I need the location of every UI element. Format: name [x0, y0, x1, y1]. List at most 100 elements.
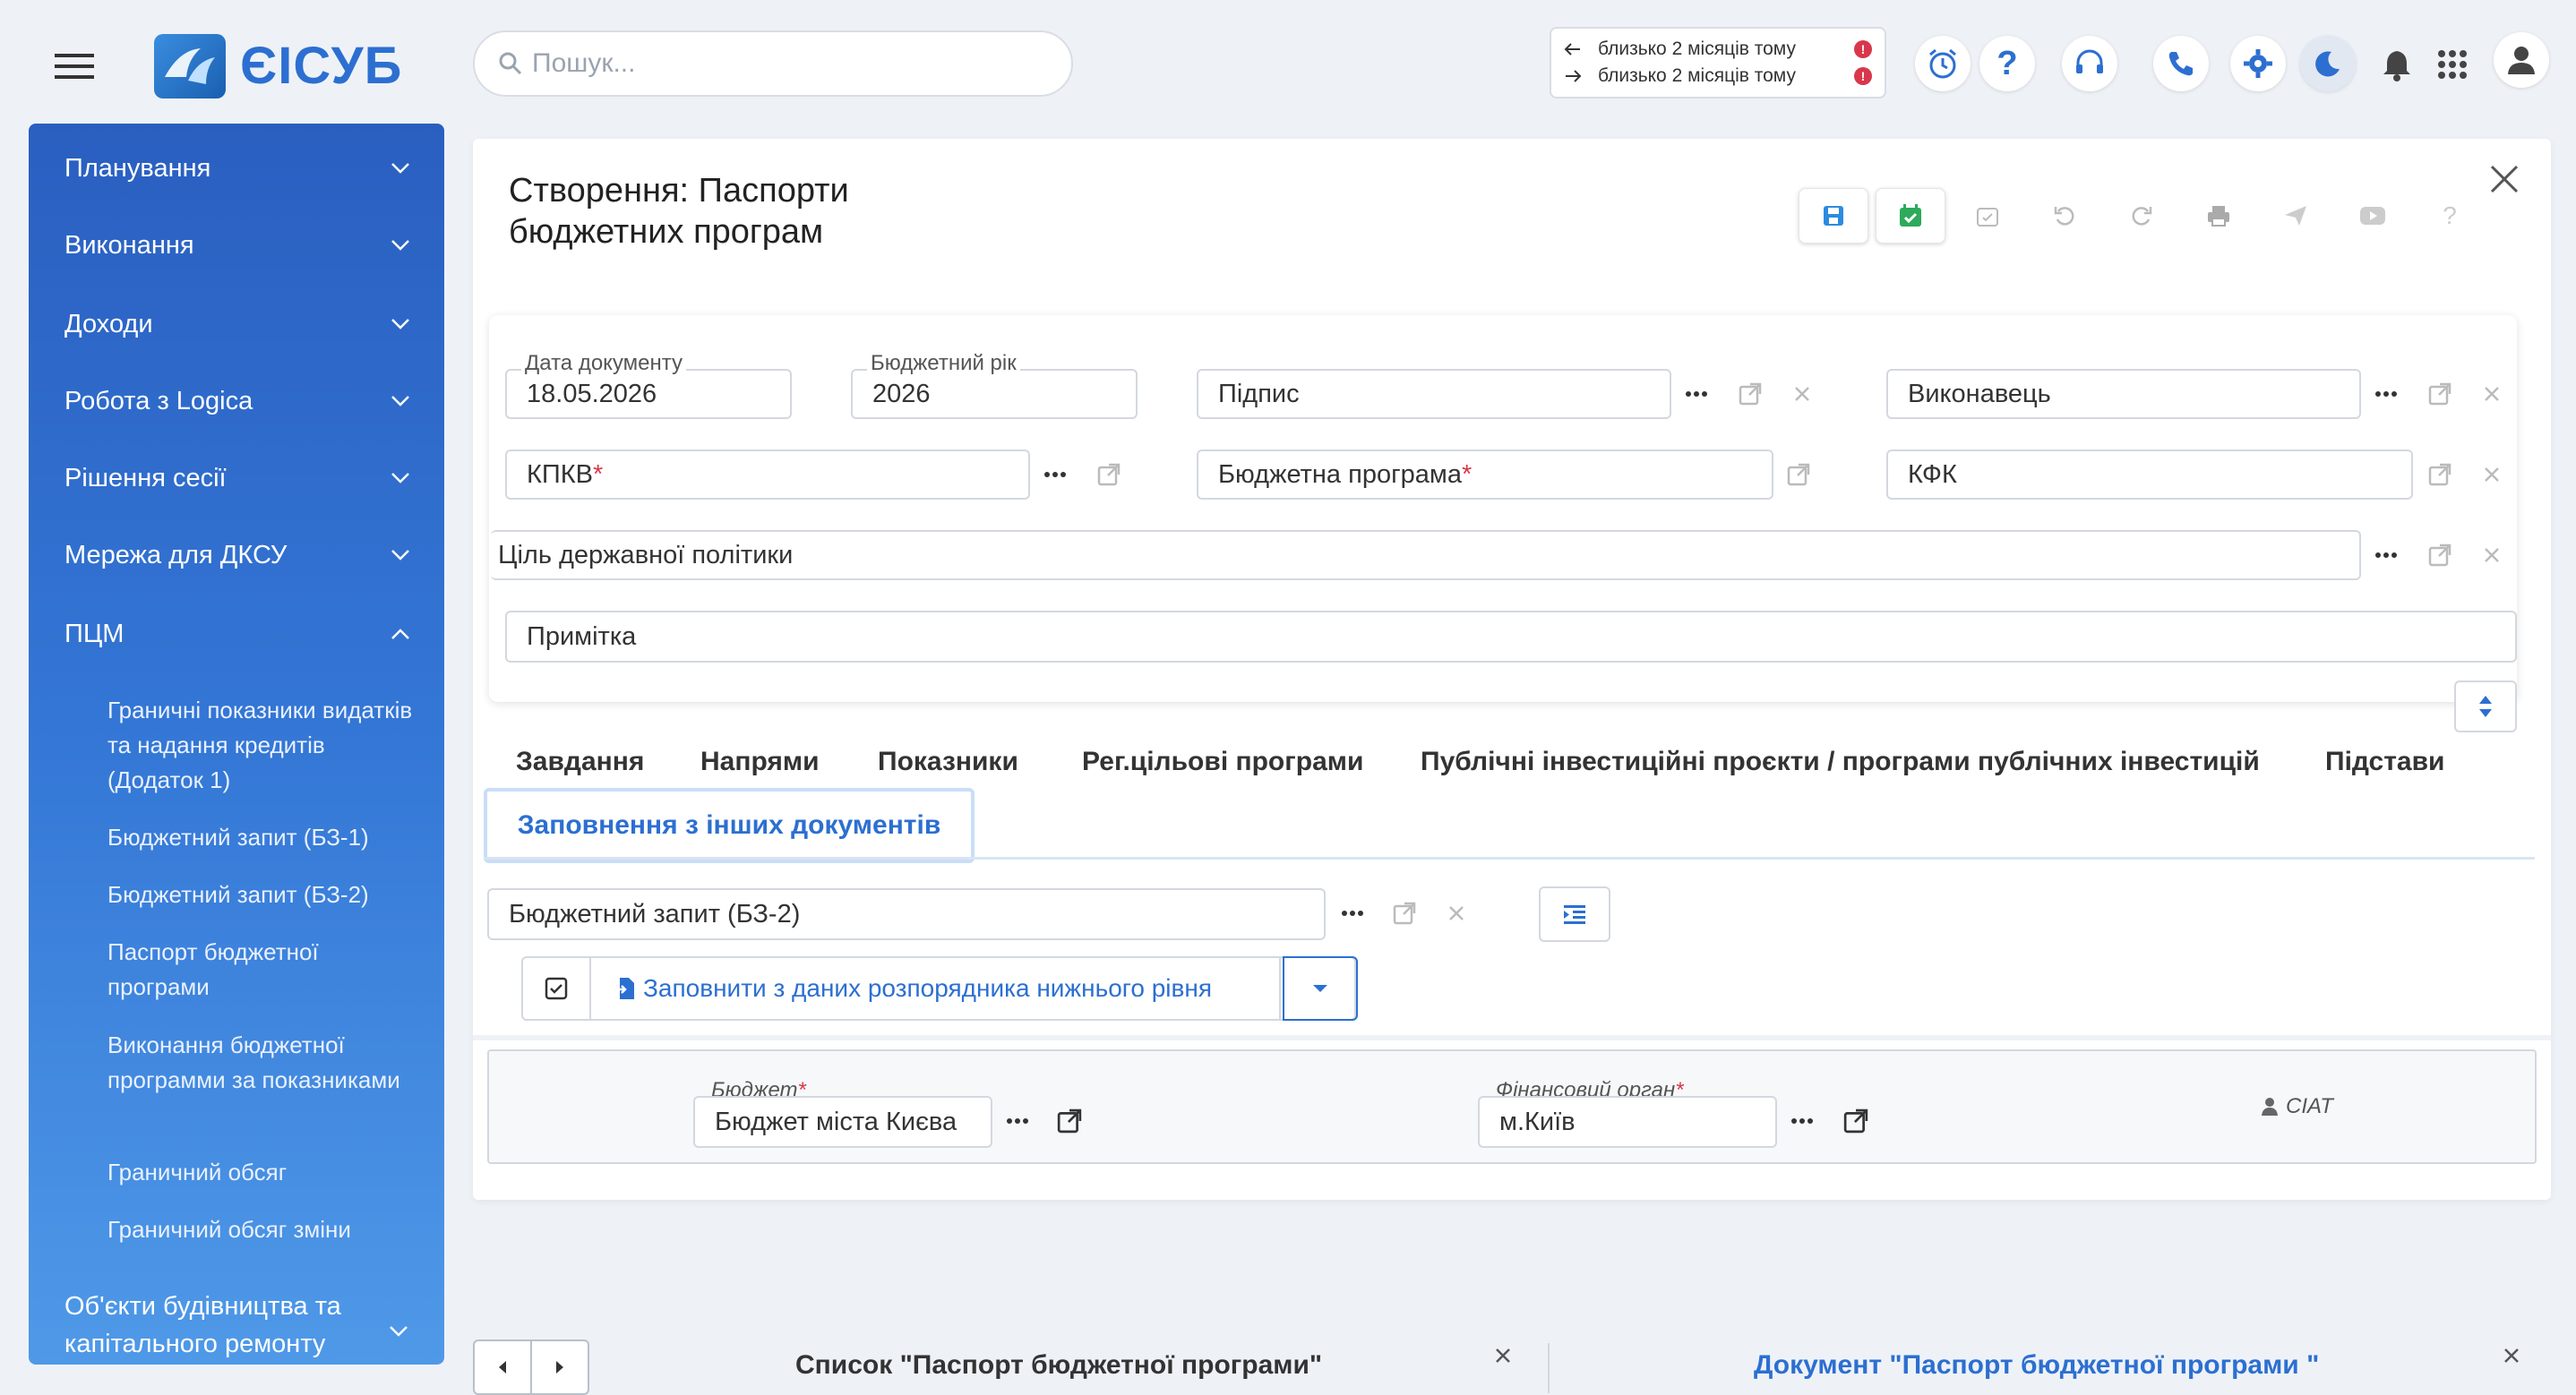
moon-icon[interactable]	[2300, 36, 2356, 91]
close-tab-icon[interactable]	[2495, 1334, 2528, 1377]
headset-icon[interactable]	[2062, 36, 2117, 91]
help-icon[interactable]: ?	[1979, 36, 2035, 91]
open-external-icon[interactable]	[2417, 371, 2463, 417]
kpkv-field[interactable]: КПКВ *	[505, 449, 1030, 500]
apps-grid-icon[interactable]	[2433, 39, 2472, 90]
more-icon[interactable]	[1329, 890, 1376, 937]
sidebar-subitem-bz2[interactable]: Бюджетний запит (БЗ-2)	[107, 877, 421, 912]
more-icon[interactable]	[1673, 371, 1720, 417]
fin-org-field[interactable]: м.Київ	[1478, 1096, 1777, 1148]
doc-date-field[interactable]: 18.05.2026	[505, 369, 792, 419]
sidebar-item-income[interactable]: Доходи	[29, 303, 444, 346]
caret-left-icon	[497, 1359, 508, 1375]
bottom-tab-document[interactable]: Документ "Паспорт бюджетної програми "	[1754, 1350, 2319, 1381]
tab-grounds[interactable]: Підстави	[2325, 747, 2445, 777]
open-external-icon[interactable]	[1833, 1098, 1879, 1144]
prev-tab-button[interactable]	[475, 1341, 530, 1393]
note-field[interactable]: Примітка	[505, 611, 2517, 663]
more-icon[interactable]	[2363, 371, 2409, 417]
clear-icon[interactable]	[2469, 371, 2515, 417]
close-tab-icon[interactable]	[1487, 1334, 1519, 1377]
clear-icon[interactable]	[1433, 890, 1480, 937]
sidebar-item-pcm[interactable]: ПЦМ	[29, 612, 444, 655]
kfk-field[interactable]: КФК	[1886, 449, 2413, 500]
next-tab-button[interactable]	[530, 1341, 588, 1393]
undo-icon	[2053, 204, 2076, 227]
sidebar-item-planning[interactable]: Планування	[29, 147, 444, 190]
warning-badge: !	[1854, 40, 1872, 58]
clear-icon[interactable]	[2469, 451, 2515, 498]
undo-button[interactable]	[2030, 188, 2099, 244]
collapse-toggle-button[interactable]	[2454, 680, 2517, 732]
chevron-down-icon	[391, 162, 410, 175]
user-icon[interactable]	[2494, 32, 2549, 88]
policy-goal-field[interactable]: Ціль державної політики	[491, 530, 2361, 580]
settings-icon[interactable]	[2230, 36, 2286, 91]
open-external-icon[interactable]	[1086, 451, 1132, 498]
open-external-icon[interactable]	[1046, 1098, 1093, 1144]
sidebar-item-dksu[interactable]: Мережа для ДКСУ	[29, 534, 444, 577]
sidebar-subitem-limit-volume[interactable]: Граничний обсяг	[107, 1155, 421, 1190]
budget-program-field[interactable]: Бюджетна програма *	[1197, 449, 1773, 500]
required-marker: *	[1461, 459, 1473, 489]
search-input[interactable]: Пошук...	[473, 30, 1073, 97]
fill-dropdown-button[interactable]	[1283, 956, 1358, 1021]
sidebar-subitem-limits[interactable]: Граничні показники видатків та надання к…	[107, 693, 421, 798]
sidebar-item-execution[interactable]: Виконання	[29, 224, 444, 267]
open-external-icon[interactable]	[2417, 451, 2463, 498]
executor-field[interactable]: Виконавець	[1886, 369, 2361, 419]
indent-button[interactable]	[1539, 886, 1610, 942]
budget-field[interactable]: Бюджет міста Києва	[693, 1096, 992, 1148]
fill-from-lower-level-button[interactable]: Заповнити з даних розпорядника нижнього …	[593, 958, 1281, 1019]
select-checkbox[interactable]	[523, 958, 591, 1019]
bottom-tab-list[interactable]: Список "Паспорт бюджетної програми"	[795, 1350, 1322, 1381]
sidebar-item-logica[interactable]: Робота з Logica	[29, 380, 444, 423]
sidebar-subitem-execution-indicators[interactable]: Виконання бюджетної программи за показни…	[107, 1028, 421, 1098]
save-button[interactable]	[1799, 188, 1868, 244]
close-icon[interactable]	[2483, 158, 2526, 201]
more-icon[interactable]	[994, 1098, 1041, 1144]
sidebar-subitem-passport[interactable]: Паспорт бюджетної програми	[107, 935, 421, 1005]
tab-public-investments[interactable]: Публічні інвестиційні проєкти / програми…	[1421, 747, 2260, 777]
more-icon[interactable]	[1779, 1098, 1825, 1144]
signature-field[interactable]: Підпис	[1197, 369, 1671, 419]
clear-icon[interactable]	[1779, 371, 1825, 417]
history-forward[interactable]: близько 2 місяців тому !	[1564, 63, 1872, 90]
open-external-icon[interactable]	[2417, 532, 2463, 578]
print-button[interactable]	[2184, 188, 2254, 244]
tab-fill-from-docs[interactable]: Заповнення з інших документів	[484, 788, 975, 863]
tab-tasks[interactable]: Завдання	[516, 747, 644, 777]
source-document-field[interactable]: Бюджетний запит (БЗ-2)	[487, 888, 1326, 940]
open-external-icon[interactable]	[1381, 890, 1428, 937]
alarm-clock-icon[interactable]	[1915, 36, 1971, 91]
chevron-down-icon	[391, 395, 410, 407]
video-button[interactable]	[2338, 188, 2408, 244]
chevron-down-icon	[391, 318, 410, 330]
phone-icon[interactable]	[2153, 36, 2209, 91]
tab-regional-programs[interactable]: Рег.цільові програми	[1082, 747, 1363, 777]
redo-button[interactable]	[2107, 188, 2177, 244]
history-back[interactable]: близько 2 місяців тому !	[1564, 36, 1872, 63]
sidebar-subitem-limit-changes[interactable]: Граничний обсяг зміни	[107, 1212, 421, 1247]
save-and-close-button[interactable]	[1876, 188, 1945, 244]
history-panel[interactable]: близько 2 місяців тому ! близько 2 місяц…	[1550, 27, 1886, 98]
open-external-icon[interactable]	[1775, 451, 1822, 498]
menu-icon[interactable]	[52, 48, 97, 84]
sidebar-item-session[interactable]: Рішення сесії	[29, 457, 444, 500]
tab-directions[interactable]: Напрями	[700, 747, 820, 777]
sidebar: Планування Виконання Доходи Робота з Log…	[29, 124, 444, 1365]
calendar-button[interactable]	[1953, 188, 2022, 244]
sidebar-subitem-bz1[interactable]: Бюджетний запит (БЗ-1)	[107, 820, 421, 855]
doc-date-value: 18.05.2026	[527, 379, 657, 408]
more-icon[interactable]	[2363, 532, 2409, 578]
send-button[interactable]	[2261, 188, 2331, 244]
sidebar-item-construction[interactable]: Об'єкти будівництва та капітального ремо…	[29, 1288, 405, 1363]
bell-icon[interactable]	[2377, 39, 2417, 90]
section-divider	[473, 1035, 2551, 1040]
clear-icon[interactable]	[2469, 532, 2515, 578]
help-button[interactable]: ?	[2415, 188, 2485, 244]
budget-year-field[interactable]: 2026	[851, 369, 1138, 419]
open-external-icon[interactable]	[1727, 371, 1773, 417]
more-icon[interactable]	[1032, 451, 1078, 498]
tab-indicators[interactable]: Показники	[878, 747, 1018, 777]
